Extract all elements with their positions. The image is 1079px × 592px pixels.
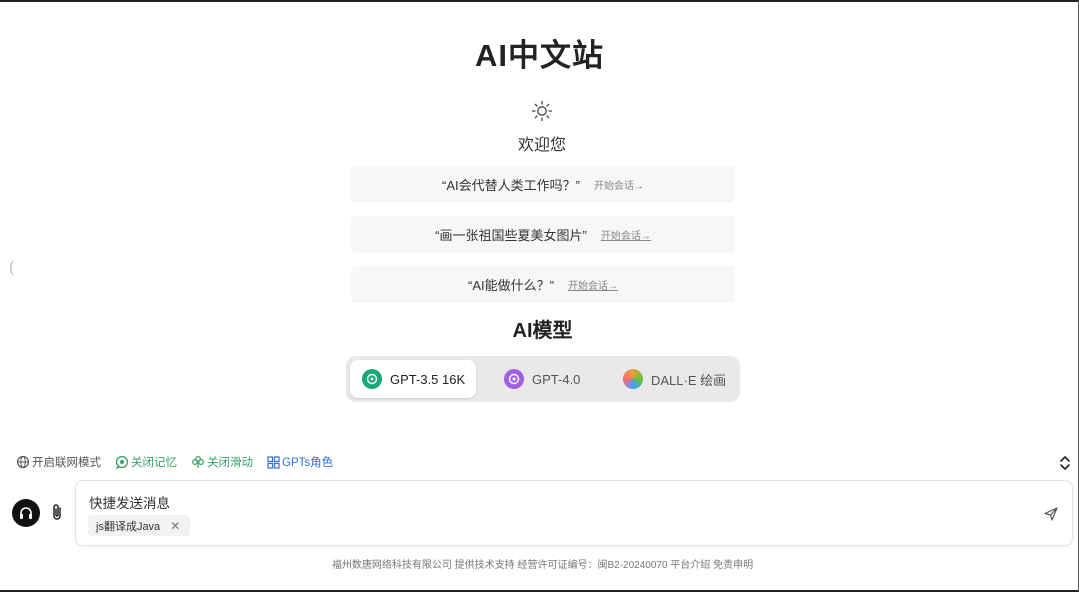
start-chat-link[interactable]: 开始会话→	[601, 227, 651, 242]
gpts-label: GPTs角色	[282, 457, 334, 469]
quick-prompt-chip[interactable]: js翻译成Java ✕	[88, 515, 191, 536]
scroll-toggle[interactable]: 关闭滑动	[191, 454, 253, 470]
grid-icon	[267, 455, 280, 469]
start-chat-link[interactable]: 开始会话→	[594, 177, 644, 192]
chip-label: js翻译成Java	[96, 520, 161, 533]
close-icon[interactable]: ✕	[170, 519, 180, 533]
model-tab-dalle[interactable]: DALL·E 绘画	[611, 360, 736, 398]
dalle-icon	[623, 369, 643, 389]
model-tab-label: GPT-3.5 16K	[390, 371, 466, 387]
sun-icon	[531, 100, 553, 122]
model-tab-label: GPT-4.0	[532, 371, 581, 387]
gpts-roles-button[interactable]: GPTs角色	[267, 454, 333, 470]
message-input-box[interactable]: 快捷发送消息 js翻译成Java ✕	[75, 480, 1073, 546]
openai-icon	[504, 369, 524, 389]
suggestion-card[interactable]: “AI会代替人类工作吗？” 开始会话→	[351, 166, 735, 203]
suggestion-card[interactable]: “AI能做什么？” 开始会话→	[351, 266, 735, 303]
welcome-text: 欢迎您	[517, 137, 566, 154]
suggestion-question: “AI能做什么？”	[468, 278, 554, 293]
scroll-label: 关闭滑动	[207, 457, 253, 469]
sidebar-toggle-handle[interactable]	[10, 260, 16, 276]
model-tab-gpt35[interactable]: GPT-3.5 16K	[350, 360, 476, 398]
suggestion-card[interactable]: “画一张祖国些夏美女图片” 开始会话→	[351, 216, 735, 253]
chat-bubble-icon	[115, 455, 129, 469]
send-icon[interactable]	[1043, 506, 1059, 522]
model-selector: GPT-3.5 16K GPT-4.0 DALL·E 绘画	[346, 356, 740, 402]
suggestion-question: “画一张祖国些夏美女图片”	[435, 228, 587, 243]
openai-icon	[362, 369, 382, 389]
voice-button[interactable]	[12, 499, 40, 527]
suggestion-question: “AI会代替人类工作吗？”	[442, 178, 580, 193]
site-title: AI中文站	[475, 38, 604, 73]
model-tab-label: DALL·E 绘画	[651, 372, 727, 388]
memory-label: 关闭记忆	[131, 457, 177, 469]
web-mode-toggle[interactable]: 开启联网模式	[16, 454, 101, 470]
start-chat-link[interactable]: 开始会话→	[568, 277, 618, 292]
memory-toggle[interactable]: 关闭记忆	[115, 454, 177, 470]
message-input[interactable]: 快捷发送消息	[89, 492, 170, 512]
footer-text: 福州数唐网络科技有限公司 提供技术支持 经营许可证编号：闽B2-20240070…	[331, 560, 754, 571]
web-mode-label: 开启联网模式	[32, 457, 101, 469]
attachment-icon[interactable]	[50, 502, 64, 522]
input-toolbar: 开启联网模式 关闭记忆 关闭滑动 GPTs角色	[16, 454, 333, 470]
globe-icon	[16, 455, 30, 469]
models-title: AI模型	[512, 320, 573, 342]
model-tab-gpt4[interactable]: GPT-4.0	[492, 360, 602, 398]
expand-toggle-icon[interactable]	[1059, 455, 1071, 471]
clover-icon	[191, 455, 205, 468]
headphones-icon	[20, 507, 32, 519]
